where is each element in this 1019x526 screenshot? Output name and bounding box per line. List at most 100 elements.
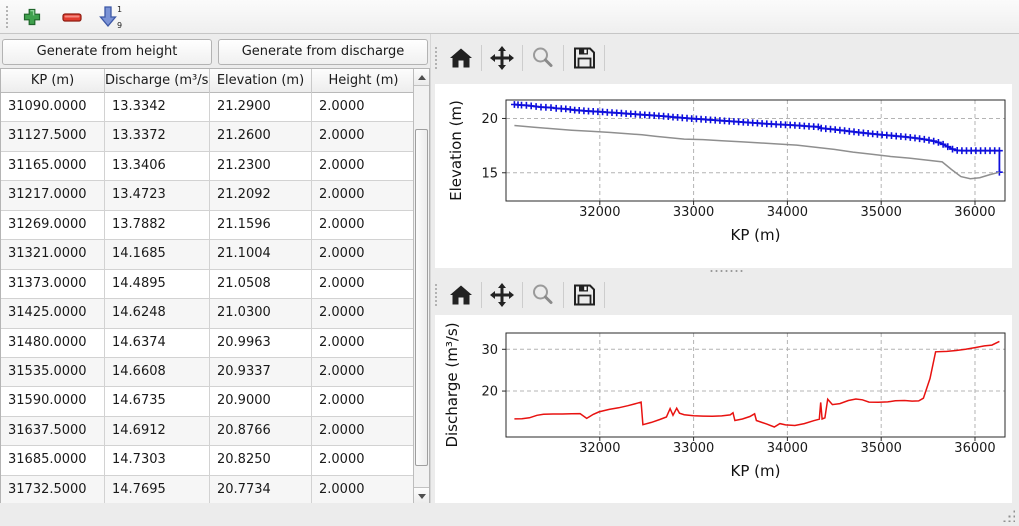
table-cell[interactable]: 14.1685 bbox=[105, 240, 210, 268]
home-button[interactable] bbox=[443, 42, 479, 74]
table-cell[interactable]: 21.2300 bbox=[210, 152, 312, 180]
table-cell[interactable]: 21.2092 bbox=[210, 181, 312, 209]
pan-button[interactable] bbox=[484, 279, 520, 311]
toolbar-drag-handle[interactable] bbox=[434, 283, 439, 307]
table-cell[interactable]: 20.9000 bbox=[210, 387, 312, 415]
table-row[interactable]: 31590.000014.673520.90002.0000 bbox=[1, 387, 413, 416]
kp-discharge-table: KP (m) Discharge (m³/s) Elevation (m) He… bbox=[0, 68, 430, 505]
table-row[interactable]: 31535.000014.660820.93372.0000 bbox=[1, 358, 413, 387]
table-row[interactable]: 31480.000014.637420.99632.0000 bbox=[1, 329, 413, 358]
table-cell[interactable]: 31685.0000 bbox=[1, 446, 105, 474]
save-button[interactable] bbox=[566, 279, 602, 311]
table-cell[interactable]: 20.7734 bbox=[210, 476, 312, 504]
table-cell[interactable]: 31590.0000 bbox=[1, 387, 105, 415]
column-header-kp[interactable]: KP (m) bbox=[1, 69, 105, 93]
table-cell[interactable]: 14.6374 bbox=[105, 329, 210, 357]
table-row[interactable]: 31321.000014.168521.10042.0000 bbox=[1, 240, 413, 269]
table-row[interactable]: 31425.000014.624821.03002.0000 bbox=[1, 299, 413, 328]
table-cell[interactable]: 2.0000 bbox=[312, 270, 413, 298]
table-cell[interactable]: 21.2900 bbox=[210, 93, 312, 121]
scroll-up-button[interactable] bbox=[414, 69, 429, 86]
table-cell[interactable]: 2.0000 bbox=[312, 122, 413, 150]
table-row[interactable]: 31732.500014.769520.77342.0000 bbox=[1, 476, 413, 505]
table-cell[interactable]: 31321.0000 bbox=[1, 240, 105, 268]
table-cell[interactable]: 31732.5000 bbox=[1, 476, 105, 504]
table-row[interactable]: 31127.500013.337221.26002.0000 bbox=[1, 122, 413, 151]
table-cell[interactable]: 2.0000 bbox=[312, 240, 413, 268]
table-cell[interactable]: 21.1004 bbox=[210, 240, 312, 268]
column-header-height[interactable]: Height (m) bbox=[312, 69, 415, 93]
table-cell[interactable]: 2.0000 bbox=[312, 93, 413, 121]
table-cell[interactable]: 31165.0000 bbox=[1, 152, 105, 180]
table-cell[interactable]: 21.0300 bbox=[210, 299, 312, 327]
table-cell[interactable]: 31637.5000 bbox=[1, 417, 105, 445]
column-header-elevation[interactable]: Elevation (m) bbox=[210, 69, 312, 93]
charts-splitter[interactable] bbox=[431, 268, 1019, 274]
table-cell[interactable]: 2.0000 bbox=[312, 211, 413, 239]
table-cell[interactable]: 2.0000 bbox=[312, 417, 413, 445]
table-cell[interactable]: 13.3342 bbox=[105, 93, 210, 121]
zoom-button[interactable] bbox=[525, 279, 561, 311]
table-cell[interactable]: 14.6735 bbox=[105, 387, 210, 415]
zoom-icon bbox=[530, 282, 556, 308]
add-row-button[interactable] bbox=[17, 3, 47, 31]
table-cell[interactable]: 20.9963 bbox=[210, 329, 312, 357]
scroll-down-button[interactable] bbox=[414, 487, 429, 504]
table-cell[interactable]: 31480.0000 bbox=[1, 329, 105, 357]
table-scrollbar[interactable] bbox=[413, 69, 429, 504]
table-cell[interactable]: 2.0000 bbox=[312, 152, 413, 180]
pan-button[interactable] bbox=[484, 42, 520, 74]
table-cell[interactable]: 31373.0000 bbox=[1, 270, 105, 298]
home-button[interactable] bbox=[443, 279, 479, 311]
table-cell[interactable]: 2.0000 bbox=[312, 476, 413, 504]
table-cell[interactable]: 31217.0000 bbox=[1, 181, 105, 209]
table-cell[interactable]: 13.4723 bbox=[105, 181, 210, 209]
table-row[interactable]: 31090.000013.334221.29002.0000 bbox=[1, 93, 413, 122]
toolbar-drag-handle[interactable] bbox=[434, 46, 439, 70]
table-cell[interactable]: 14.7303 bbox=[105, 446, 210, 474]
table-row[interactable]: 31637.500014.691220.87662.0000 bbox=[1, 417, 413, 446]
table-cell[interactable]: 2.0000 bbox=[312, 387, 413, 415]
scrollbar-thumb[interactable] bbox=[415, 129, 428, 466]
table-cell[interactable]: 13.3406 bbox=[105, 152, 210, 180]
toolbar-drag-handle[interactable] bbox=[5, 5, 10, 29]
table-cell[interactable]: 31535.0000 bbox=[1, 358, 105, 386]
generate-from-height-button[interactable]: Generate from height bbox=[2, 39, 212, 65]
table-cell[interactable]: 21.2600 bbox=[210, 122, 312, 150]
table-cell[interactable]: 14.7695 bbox=[105, 476, 210, 504]
resize-grip-icon[interactable] bbox=[1001, 508, 1015, 522]
column-header-discharge[interactable]: Discharge (m³/s) bbox=[105, 69, 210, 93]
sort-rows-button[interactable]: 1 9 bbox=[95, 3, 125, 31]
table-cell[interactable]: 2.0000 bbox=[312, 299, 413, 327]
save-button[interactable] bbox=[566, 42, 602, 74]
zoom-button[interactable] bbox=[525, 42, 561, 74]
table-row[interactable]: 31217.000013.472321.20922.0000 bbox=[1, 181, 413, 210]
elevation-chart[interactable]: 32000330003400035000360001520KP (m)Eleva… bbox=[435, 84, 1012, 268]
remove-row-button[interactable] bbox=[57, 3, 87, 31]
table-cell[interactable]: 2.0000 bbox=[312, 329, 413, 357]
generate-from-discharge-button[interactable]: Generate from discharge bbox=[218, 39, 428, 65]
table-row[interactable]: 31373.000014.489521.05082.0000 bbox=[1, 270, 413, 299]
discharge-chart[interactable]: 32000330003400035000360002030KP (m)Disch… bbox=[435, 315, 1012, 503]
table-cell[interactable]: 21.1596 bbox=[210, 211, 312, 239]
table-row[interactable]: 31165.000013.340621.23002.0000 bbox=[1, 152, 413, 181]
table-cell[interactable]: 31127.5000 bbox=[1, 122, 105, 150]
table-cell[interactable]: 31425.0000 bbox=[1, 299, 105, 327]
table-cell[interactable]: 21.0508 bbox=[210, 270, 312, 298]
table-cell[interactable]: 14.6608 bbox=[105, 358, 210, 386]
table-cell[interactable]: 13.7882 bbox=[105, 211, 210, 239]
table-row[interactable]: 31685.000014.730320.82502.0000 bbox=[1, 446, 413, 475]
table-cell[interactable]: 14.6912 bbox=[105, 417, 210, 445]
table-cell[interactable]: 31269.0000 bbox=[1, 211, 105, 239]
table-cell[interactable]: 31090.0000 bbox=[1, 93, 105, 121]
table-cell[interactable]: 14.4895 bbox=[105, 270, 210, 298]
table-cell[interactable]: 20.8250 bbox=[210, 446, 312, 474]
table-cell[interactable]: 20.9337 bbox=[210, 358, 312, 386]
table-cell[interactable]: 20.8766 bbox=[210, 417, 312, 445]
table-row[interactable]: 31269.000013.788221.15962.0000 bbox=[1, 211, 413, 240]
table-cell[interactable]: 13.3372 bbox=[105, 122, 210, 150]
table-cell[interactable]: 2.0000 bbox=[312, 358, 413, 386]
table-cell[interactable]: 2.0000 bbox=[312, 181, 413, 209]
table-cell[interactable]: 14.6248 bbox=[105, 299, 210, 327]
table-cell[interactable]: 2.0000 bbox=[312, 446, 413, 474]
